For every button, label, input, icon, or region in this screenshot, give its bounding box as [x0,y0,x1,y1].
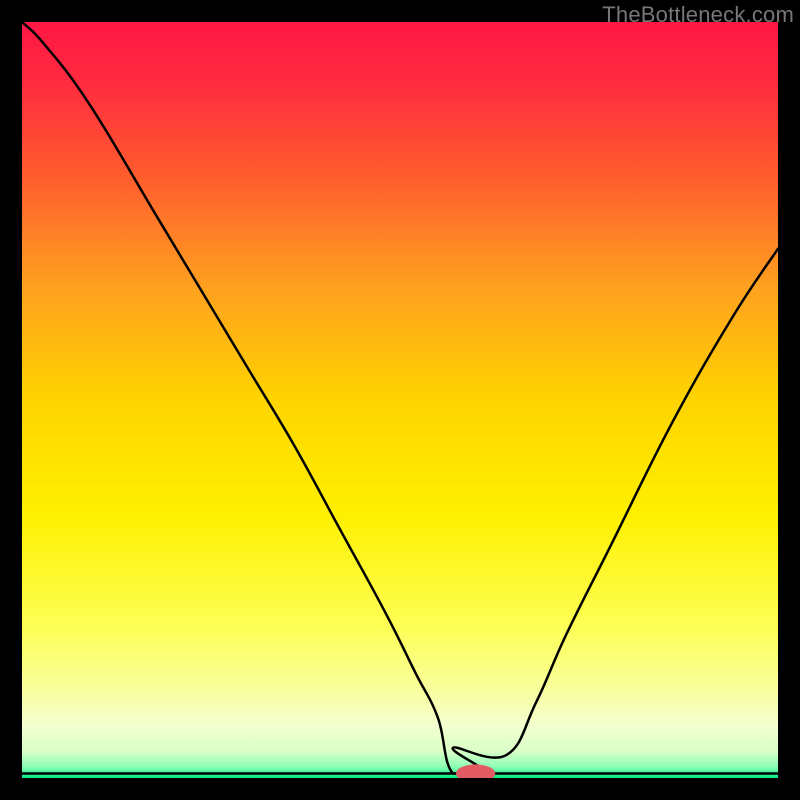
chart-svg [22,22,778,778]
gradient-background [22,22,778,778]
chart-container: TheBottleneck.com [0,0,800,800]
plot-area [22,22,778,778]
watermark: TheBottleneck.com [602,2,794,28]
